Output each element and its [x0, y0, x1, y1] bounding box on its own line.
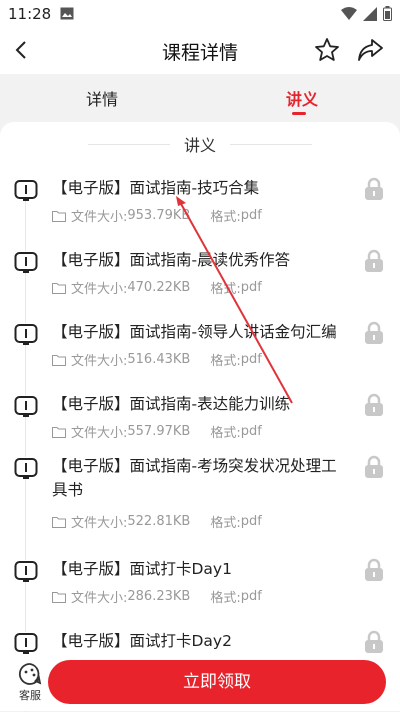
material-meta: 文件大小: 557.97KB 格式: pdf — [52, 422, 262, 441]
list-item[interactable]: 【电子版】面试打卡Day1 文件大小: 286.23KB 格式: pdf — [0, 557, 400, 629]
material-title[interactable]: 【电子版】面试指南-晨读优秀作答 — [52, 248, 342, 272]
size-label: 文件大小: — [71, 210, 128, 225]
service-label: 客服 — [19, 689, 41, 702]
file-size: 516.43KB — [127, 352, 191, 367]
folder-icon — [52, 354, 66, 366]
gallery-icon — [60, 7, 74, 20]
material-title[interactable]: 【电子版】面试指南-表达能力训练 — [52, 392, 342, 416]
customer-service-icon — [18, 663, 42, 685]
status-bar: 11:28 — [0, 0, 400, 28]
lock-icon[interactable] — [362, 249, 386, 273]
section-title: 讲义 — [183, 136, 216, 155]
material-meta: 文件大小: 522.81KB 格式: pdf — [52, 512, 262, 531]
material-meta: 文件大小: 286.23KB 格式: pdf — [52, 587, 262, 606]
file-format: pdf — [240, 514, 262, 529]
lock-icon[interactable] — [362, 630, 386, 654]
folder-icon — [52, 282, 66, 294]
lock-icon[interactable] — [362, 558, 386, 582]
format-label: 格式: — [210, 354, 241, 369]
material-title[interactable]: 【电子版】面试指南-技巧合集 — [52, 176, 342, 200]
format-label: 格式: — [210, 516, 241, 531]
favorite-star-icon[interactable] — [314, 37, 340, 63]
size-label: 文件大小: — [71, 516, 128, 531]
status-time: 11:28 — [8, 5, 52, 23]
file-format: pdf — [240, 208, 262, 223]
bottom-bar: 客服 立即领取 — [0, 654, 400, 711]
battery-icon — [383, 6, 392, 21]
book-icon — [14, 179, 38, 201]
list-item[interactable]: 【电子版】面试指南-技巧合集 文件大小: 953.79KB 格式: pdf — [0, 176, 400, 248]
file-format: pdf — [240, 352, 262, 367]
material-title[interactable]: 【电子版】面试指南-考场突发状况处理工具书 — [52, 454, 342, 502]
lock-icon[interactable] — [362, 455, 386, 479]
tab-detail[interactable]: 详情 — [86, 86, 118, 110]
header: 课程详情 — [0, 28, 400, 74]
book-icon — [14, 560, 38, 582]
book-icon — [14, 457, 38, 479]
list-item[interactable]: 【电子版】面试指南-晨读优秀作答 文件大小: 470.22KB 格式: pdf — [0, 248, 400, 320]
file-size: 286.23KB — [127, 589, 191, 604]
divider-right — [230, 144, 312, 145]
size-label: 文件大小: — [71, 426, 128, 441]
file-size: 522.81KB — [127, 514, 191, 529]
active-tab-indicator — [292, 112, 306, 115]
lock-icon[interactable] — [362, 321, 386, 345]
file-format: pdf — [240, 424, 262, 439]
book-icon — [14, 632, 38, 654]
folder-icon — [52, 591, 66, 603]
material-title[interactable]: 【电子版】面试打卡Day1 — [52, 557, 342, 581]
tab-handout[interactable]: 讲义 — [286, 86, 318, 110]
format-label: 格式: — [210, 426, 241, 441]
share-icon[interactable] — [356, 37, 384, 63]
wifi-icon — [341, 6, 357, 20]
material-title[interactable]: 【电子版】面试打卡Day2 — [52, 629, 342, 653]
material-meta: 文件大小: 953.79KB 格式: pdf — [52, 206, 262, 225]
material-meta: 文件大小: 470.22KB 格式: pdf — [52, 278, 262, 297]
folder-icon — [52, 210, 66, 222]
format-label: 格式: — [210, 210, 241, 225]
book-icon — [14, 395, 38, 417]
tab-bar: 详情 讲义 — [0, 74, 400, 122]
size-label: 文件大小: — [71, 591, 128, 606]
size-label: 文件大小: — [71, 282, 128, 297]
status-icons — [341, 6, 392, 21]
format-label: 格式: — [210, 591, 241, 606]
customer-service-button[interactable]: 客服 — [12, 662, 48, 703]
file-format: pdf — [240, 589, 262, 604]
material-title[interactable]: 【电子版】面试指南-领导人讲话金句汇编 — [52, 320, 342, 344]
lock-icon[interactable] — [362, 177, 386, 201]
file-size: 953.79KB — [127, 208, 191, 223]
size-label: 文件大小: — [71, 354, 128, 369]
folder-icon — [52, 426, 66, 438]
claim-now-button[interactable]: 立即领取 — [48, 660, 386, 704]
list-item[interactable]: 【电子版】面试指南-考场突发状况处理工具书 文件大小: 522.81KB 格式:… — [0, 454, 400, 557]
book-icon — [14, 251, 38, 273]
page-title: 课程详情 — [161, 42, 238, 64]
file-format: pdf — [240, 280, 262, 295]
material-list: 【电子版】面试指南-技巧合集 文件大小: 953.79KB 格式: pdf 【电… — [0, 176, 400, 669]
book-icon — [14, 323, 38, 345]
handout-card: 讲义 【电子版】面试指南-技巧合集 文件大小: 953.79KB 格式: pdf… — [0, 122, 400, 712]
format-label: 格式: — [210, 282, 241, 297]
folder-icon — [52, 516, 66, 528]
file-size: 557.97KB — [127, 424, 191, 439]
material-meta: 文件大小: 516.43KB 格式: pdf — [52, 350, 262, 369]
lock-icon[interactable] — [362, 393, 386, 417]
section-header: 讲义 — [0, 132, 400, 156]
list-item[interactable]: 【电子版】面试指南-表达能力训练 文件大小: 557.97KB 格式: pdf — [0, 392, 400, 454]
file-size: 470.22KB — [127, 280, 191, 295]
list-item[interactable]: 【电子版】面试指南-领导人讲话金句汇编 文件大小: 516.43KB 格式: p… — [0, 320, 400, 392]
signal-icon — [363, 6, 377, 21]
